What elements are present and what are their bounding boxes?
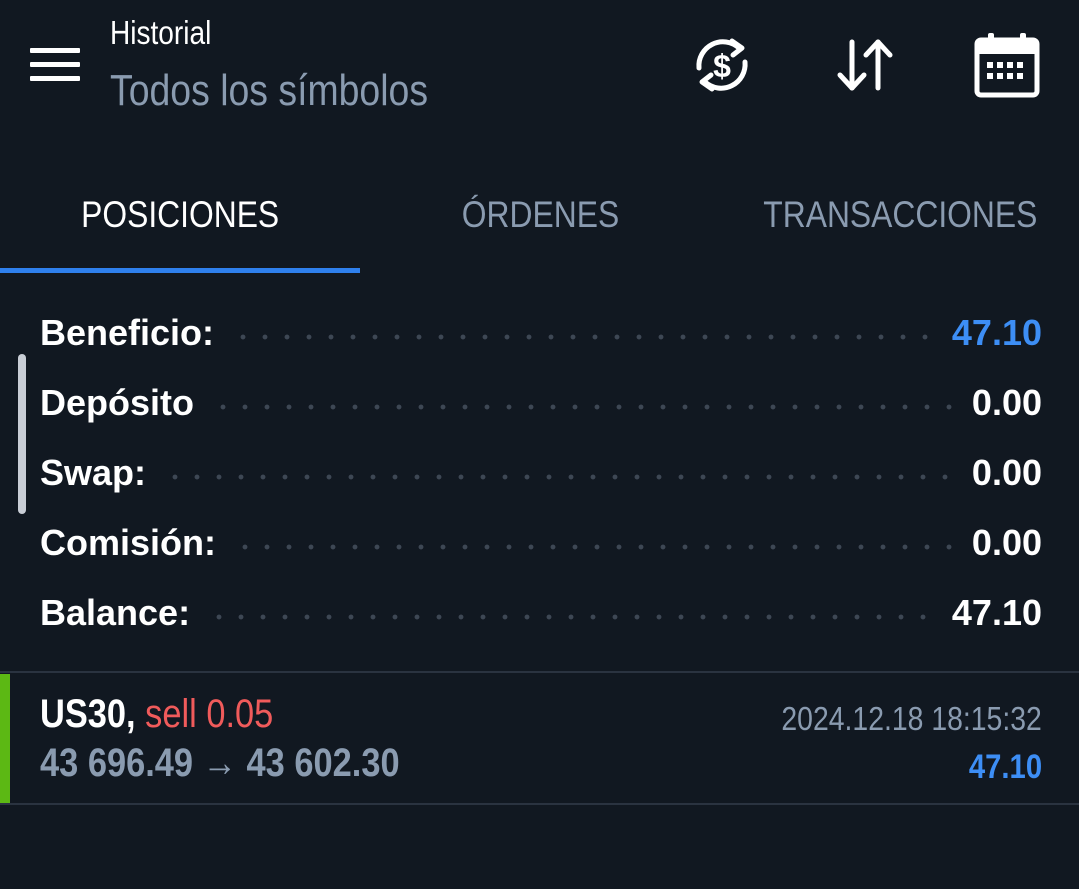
summary-value: 0.00 (971, 382, 1042, 423)
tab-positions[interactable]: POSICIONES (0, 160, 360, 270)
leader-dots (232, 334, 934, 340)
summary-value: 47.10 (951, 312, 1042, 353)
tab-orders[interactable]: ÓRDENES (360, 160, 720, 270)
summary-label: Balance: (40, 592, 191, 633)
scrollbar[interactable] (18, 354, 26, 514)
tab-label: TRANSACCIONES (762, 194, 1038, 235)
svg-text:$: $ (713, 48, 731, 84)
divider (0, 803, 1079, 805)
active-tab-indicator (0, 268, 360, 273)
summary-value: 0.00 (971, 452, 1042, 493)
tab-deals[interactable]: TRANSACCIONES (720, 160, 1079, 270)
position-symbol: US30, (40, 692, 136, 736)
page-title: Historial (110, 14, 212, 51)
summary-row-deposit: Depósito 0.00 (40, 368, 1042, 438)
position-prices: 43 696.49 → 43 602.30 (40, 741, 400, 785)
summary-row-balance: Balance: 47.10 (40, 578, 1042, 648)
history-screen: Historial Todos los símbolos $ POSICIONE… (0, 0, 1079, 889)
history-tabs: POSICIONES ÓRDENES TRANSACCIONES (0, 160, 1079, 275)
calendar-icon[interactable] (972, 30, 1042, 100)
summary-label: Comisión: (40, 522, 216, 563)
leader-dots (164, 474, 954, 480)
menu-icon[interactable] (30, 48, 80, 84)
sort-icon[interactable] (830, 30, 900, 100)
leader-dots (208, 614, 934, 620)
position-header: US30, sell 0.05 (40, 692, 273, 737)
position-row[interactable]: US30, sell 0.05 43 696.49 → 43 602.30 20… (0, 674, 1079, 804)
tab-label: ÓRDENES (461, 194, 619, 235)
summary-row-swap: Swap: 0.00 (40, 438, 1042, 508)
position-profit: 47.10 (968, 748, 1042, 786)
symbol-filter-label[interactable]: Todos los símbolos (110, 66, 428, 116)
summary-label: Swap: (40, 452, 147, 493)
position-datetime: 2024.12.18 18:15:32 (781, 700, 1042, 737)
currency-exchange-icon[interactable]: $ (687, 30, 757, 100)
app-header: Historial Todos los símbolos $ (0, 0, 1079, 140)
summary-row-commission: Comisión: 0.00 (40, 508, 1042, 578)
leader-dots (234, 544, 954, 550)
summary-value: 47.10 (951, 592, 1042, 633)
summary-value: 0.00 (971, 522, 1042, 563)
summary-row-profit: Beneficio: 47.10 (40, 298, 1042, 368)
position-side-indicator (0, 674, 10, 804)
position-type: sell 0.05 (145, 692, 274, 736)
leader-dots (212, 404, 954, 410)
summary-panel: Beneficio: 47.10 Depósito 0.00 Swap: 0.0… (0, 298, 1079, 648)
summary-label: Beneficio: (40, 312, 215, 353)
tab-label: POSICIONES (80, 194, 280, 235)
summary-label: Depósito (40, 382, 195, 423)
divider (0, 671, 1079, 673)
